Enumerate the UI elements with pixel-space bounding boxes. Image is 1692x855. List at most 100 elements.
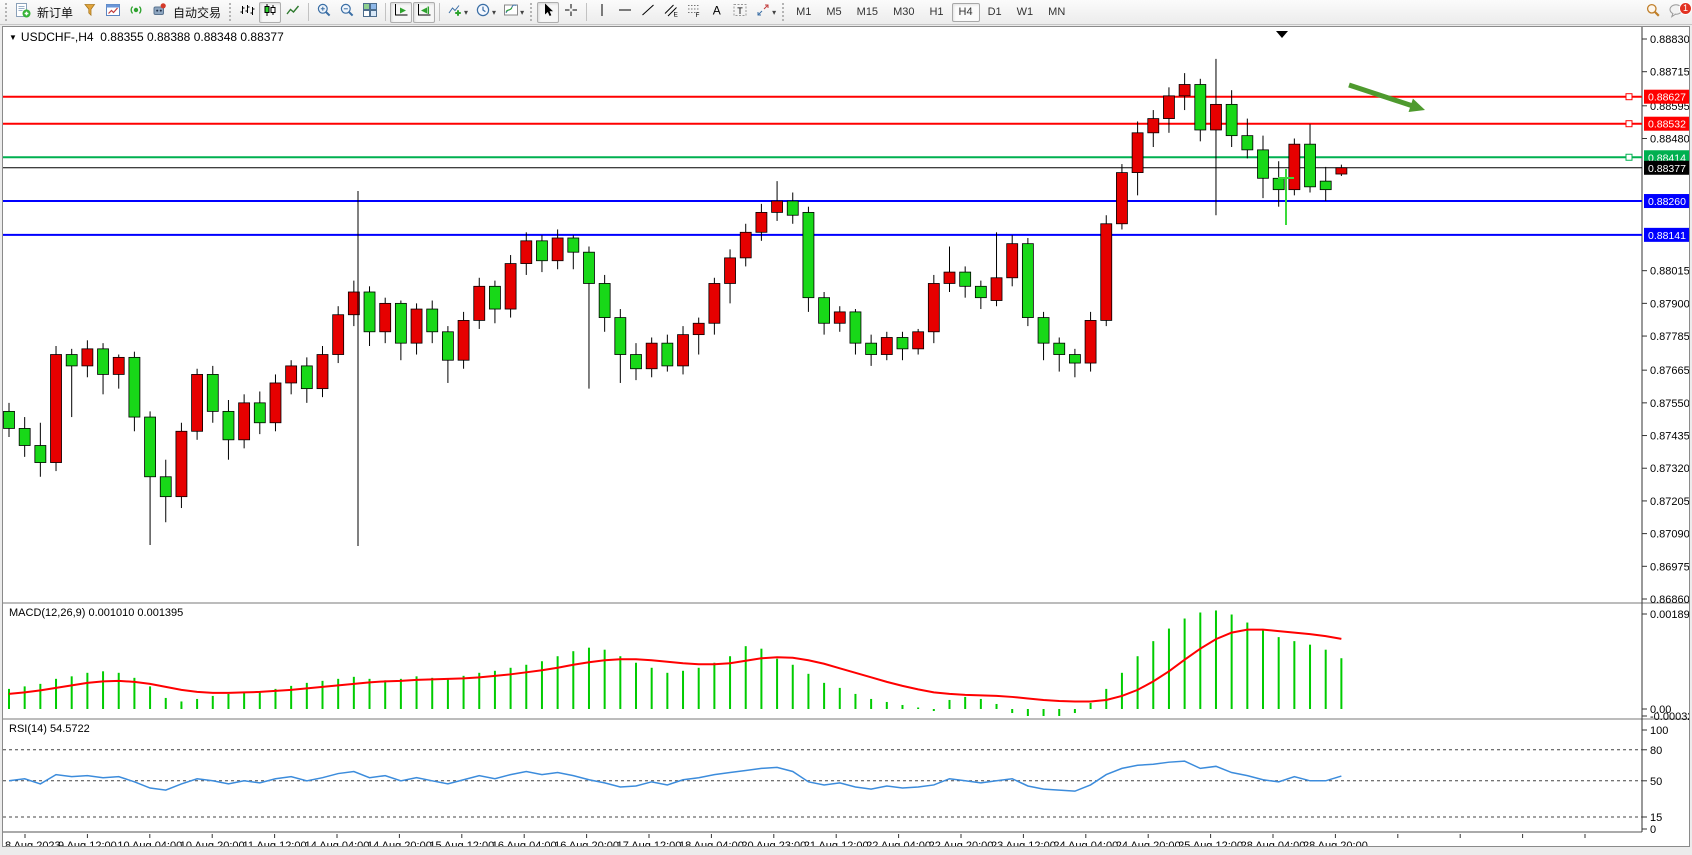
fibonacci-icon: F (686, 2, 702, 23)
zoom-in-button[interactable] (313, 2, 335, 23)
text-tool-button[interactable]: A (706, 2, 728, 23)
candle-body (1054, 343, 1065, 354)
candle-body (207, 374, 218, 411)
crosshair-tool-button[interactable] (560, 2, 582, 23)
label-tool-button[interactable]: T (729, 2, 751, 23)
equidistant-channel-tool-button[interactable]: E (660, 2, 682, 23)
periods-button[interactable]: ▾ (472, 2, 499, 23)
macd-histogram-bar (259, 691, 261, 709)
tab-timeframe-w1[interactable]: W1 (1010, 3, 1041, 22)
chart-shift-button[interactable] (413, 2, 435, 23)
trend-arrow-head[interactable] (1409, 99, 1425, 112)
vertical-line-tool-button[interactable] (591, 2, 613, 23)
tab-timeframe-m30[interactable]: M30 (886, 3, 921, 22)
templates-button[interactable]: ▾ (500, 2, 527, 23)
macd-histogram-bar (1043, 709, 1045, 716)
macd-histogram-bar (55, 679, 57, 709)
signals-button[interactable] (125, 2, 147, 23)
new-order-label[interactable]: 新订单 (37, 4, 73, 21)
candle-body (145, 417, 156, 477)
time-axis-label: 15 Aug 12:00 (429, 840, 494, 846)
toolbar-grip[interactable] (5, 3, 8, 21)
macd-histogram-bar (431, 678, 433, 709)
candle-body (975, 286, 986, 297)
price-axis-label: 0.87320 (1650, 463, 1689, 475)
horizontal-price-lines[interactable] (3, 94, 1642, 235)
hline-handle[interactable] (1626, 94, 1632, 100)
candle-body (1210, 104, 1221, 130)
toolbar-grip[interactable] (229, 3, 232, 21)
tab-timeframe-m15[interactable]: M15 (850, 3, 885, 22)
chart-shift-marker[interactable] (1276, 31, 1288, 38)
candle-body (693, 323, 704, 334)
cursor-tool-button[interactable] (537, 2, 559, 23)
macd-histogram-bar (886, 702, 888, 709)
unread-count-badge: 1 (1679, 2, 1692, 15)
time-axis-label: 14 Aug 20:00 (367, 840, 432, 846)
window-menu-triangle-icon[interactable]: ▼ (9, 33, 17, 42)
autotrading-button[interactable] (148, 2, 170, 23)
hline-handle[interactable] (1626, 121, 1632, 127)
time-axis-label: 28 Aug 04:00 (1241, 840, 1306, 846)
tab-timeframe-mn[interactable]: MN (1041, 3, 1072, 22)
time-axis-label: 24 Aug 20:00 (1116, 840, 1181, 846)
candlestick-mode-button[interactable] (259, 2, 281, 23)
tab-timeframe-m1[interactable]: M1 (789, 3, 818, 22)
macd-histogram-bar (1231, 615, 1233, 709)
price-chart-canvas[interactable]: 0.888300.887150.885950.884800.880150.879… (3, 27, 1689, 846)
trendline-tool-button[interactable] (637, 2, 659, 23)
chart-title-ohlc: 0.88355 0.88388 0.88348 0.88377 (100, 30, 284, 44)
candle-body (928, 283, 939, 331)
candle-body (1148, 119, 1159, 133)
hline-handle[interactable] (1626, 154, 1632, 160)
trend-arrow-object[interactable] (1349, 85, 1414, 106)
time-axis-label: 20 Aug 23:00 (741, 840, 806, 846)
candle-body (615, 318, 626, 355)
macd-histogram-bar (118, 673, 120, 709)
zoom-out-button[interactable] (336, 2, 358, 23)
autotrading-label[interactable]: 自动交易 (173, 4, 221, 21)
tile-windows-button[interactable] (359, 2, 381, 23)
macd-histogram-bar (980, 699, 982, 709)
search-button[interactable] (1642, 2, 1664, 23)
chart-window-icon (105, 2, 121, 23)
market-watch-button[interactable] (102, 2, 124, 23)
auto-scroll-button[interactable] (390, 2, 412, 23)
candle-body (1101, 224, 1112, 321)
toolbar-grip[interactable] (530, 3, 533, 21)
time-axis-label: 17 Aug 12:00 (617, 840, 682, 846)
fibonacci-tool-button[interactable]: F (683, 2, 705, 23)
candle-body (1179, 84, 1190, 95)
time-axis-label: 21 Aug 12:00 (804, 840, 869, 846)
time-axis-label: 16 Aug 20:00 (554, 840, 619, 846)
line-chart-mode-button[interactable] (282, 2, 304, 23)
tab-timeframe-h1[interactable]: H1 (922, 3, 950, 22)
horizontal-line-tool-button[interactable] (614, 2, 636, 23)
bar-chart-mode-button[interactable] (236, 2, 258, 23)
candlestick-series (4, 59, 1347, 545)
arrows-tool-button[interactable]: ▾ (752, 2, 779, 23)
notifications-button[interactable]: 1 (1665, 2, 1689, 23)
tab-timeframe-h4[interactable]: H4 (952, 3, 980, 22)
candle-body (646, 343, 657, 369)
candle-body (129, 357, 140, 417)
macd-histogram-bar (1246, 623, 1248, 709)
candle-body (474, 286, 485, 320)
chart-window[interactable]: 0.888300.887150.885950.884800.880150.879… (2, 26, 1690, 847)
price-badge-label: 0.88377 (1648, 163, 1686, 175)
tab-timeframe-m5[interactable]: M5 (819, 3, 848, 22)
indicators-button[interactable]: ▾ (444, 2, 471, 23)
macd-histogram-bar (1090, 703, 1092, 709)
macd-histogram-bar (212, 696, 214, 709)
tab-timeframe-d1[interactable]: D1 (981, 3, 1009, 22)
candle-body (725, 258, 736, 284)
styler-button[interactable] (79, 2, 101, 23)
macd-histogram-bar (1309, 645, 1311, 709)
candle-body (772, 201, 783, 212)
candle-body (333, 315, 344, 355)
crosshair-icon (563, 2, 579, 23)
toolbar-grip[interactable] (782, 3, 785, 21)
new-order-button[interactable] (12, 2, 34, 23)
chart-title: ▼USDCHF-,H4 0.88355 0.88388 0.88348 0.88… (9, 30, 284, 44)
price-badge-label: 0.88627 (1648, 92, 1686, 104)
